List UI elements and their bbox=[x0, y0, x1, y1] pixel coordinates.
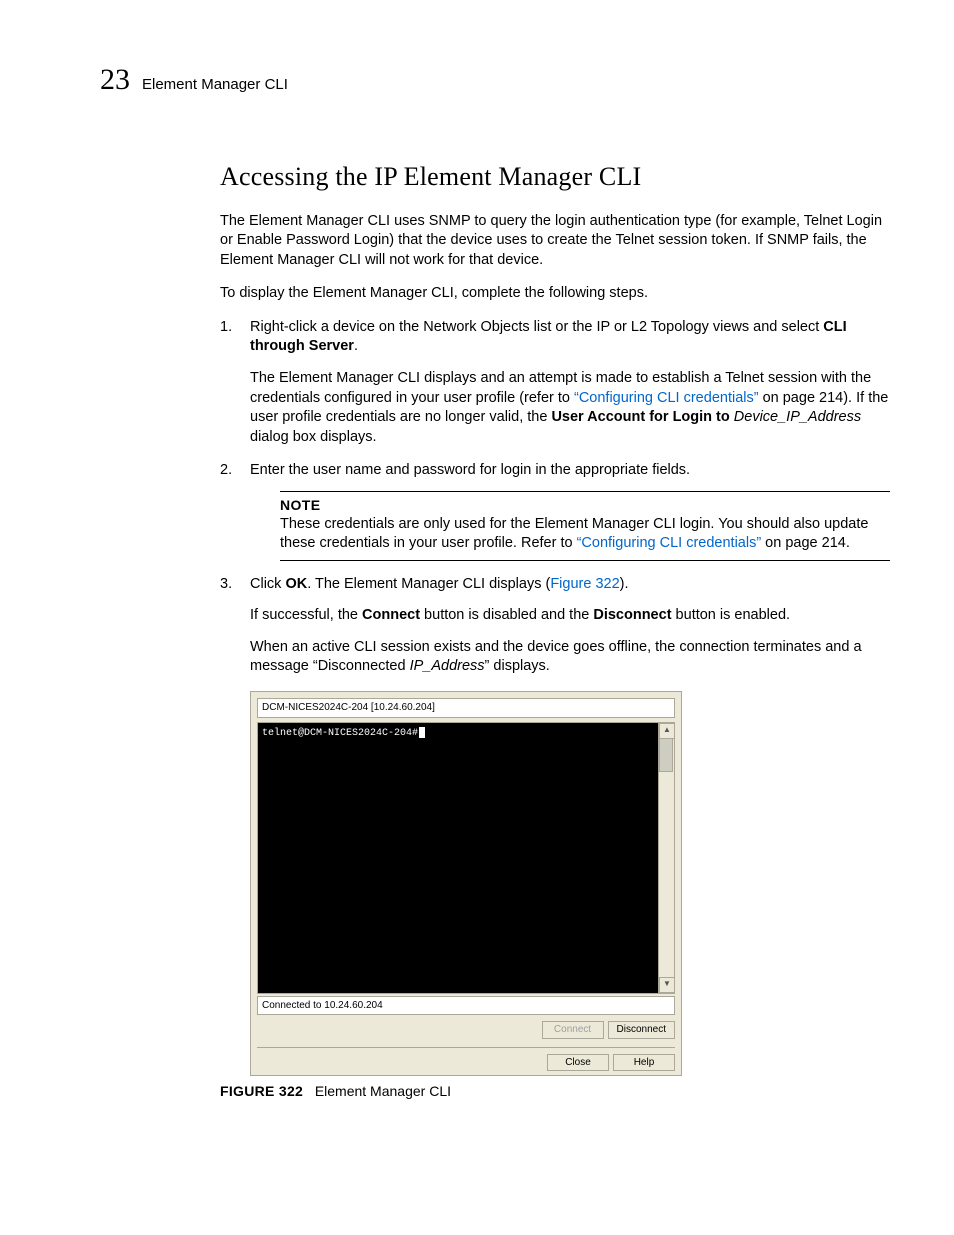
note-block: NOTE These credentials are only used for… bbox=[280, 491, 890, 561]
cli-window: DCM-NICES2024C-204 [10.24.60.204] telnet… bbox=[250, 691, 682, 1076]
scroll-up-icon[interactable]: ▲ bbox=[659, 723, 675, 739]
cli-status: Connected to 10.24.60.204 bbox=[257, 996, 675, 1016]
scroll-down-icon[interactable]: ▼ bbox=[659, 977, 675, 993]
scrollbar[interactable]: ▲ ▼ bbox=[658, 723, 674, 993]
cli-title: DCM-NICES2024C-204 [10.24.60.204] bbox=[257, 698, 675, 718]
step-1-detail: The Element Manager CLI displays and an … bbox=[250, 369, 890, 447]
step-2-text: Enter the user name and password for log… bbox=[250, 462, 690, 478]
page-header: 23 Element Manager CLI bbox=[100, 60, 889, 101]
step-3: Click OK. The Element Manager CLI displa… bbox=[220, 575, 890, 677]
help-button[interactable]: Help bbox=[613, 1054, 675, 1072]
note-text: These credentials are only used for the … bbox=[280, 515, 890, 554]
scroll-thumb[interactable] bbox=[659, 738, 673, 772]
close-button[interactable]: Close bbox=[547, 1054, 609, 1072]
step-3b: If successful, the Connect button is dis… bbox=[250, 606, 890, 626]
figure-label: FIGURE 322 bbox=[220, 1083, 303, 1099]
divider bbox=[257, 1047, 675, 1048]
cli-terminal[interactable]: telnet@DCM-NICES2024C-204# bbox=[258, 723, 658, 993]
intro-paragraph-1: The Element Manager CLI uses SNMP to que… bbox=[220, 212, 890, 271]
step-3-text: Click OK. The Element Manager CLI displa… bbox=[250, 576, 629, 592]
section-title: Accessing the IP Element Manager CLI bbox=[220, 159, 890, 194]
step-1-text: Right-click a device on the Network Obje… bbox=[250, 319, 847, 355]
link-figure-322[interactable]: Figure 322 bbox=[550, 576, 619, 592]
figure-caption: FIGURE 322 Element Manager CLI bbox=[220, 1082, 890, 1101]
step-2: Enter the user name and password for log… bbox=[220, 461, 890, 561]
intro-paragraph-2: To display the Element Manager CLI, comp… bbox=[220, 284, 890, 304]
step-3c: When an active CLI session exists and th… bbox=[250, 638, 890, 677]
link-config-cli-1[interactable]: “Configuring CLI credentials” bbox=[574, 390, 759, 406]
cursor-icon bbox=[419, 727, 425, 738]
chapter-number: 23 bbox=[100, 60, 130, 101]
cli-terminal-wrap: telnet@DCM-NICES2024C-204# ▲ ▼ bbox=[257, 722, 675, 994]
link-config-cli-2[interactable]: “Configuring CLI credentials” bbox=[577, 535, 762, 551]
running-title: Element Manager CLI bbox=[142, 75, 288, 95]
connect-button: Connect bbox=[542, 1021, 604, 1039]
disconnect-button[interactable]: Disconnect bbox=[608, 1021, 675, 1039]
step-1: Right-click a device on the Network Obje… bbox=[220, 318, 890, 447]
note-label: NOTE bbox=[280, 496, 890, 515]
figure-text: Element Manager CLI bbox=[315, 1083, 451, 1099]
